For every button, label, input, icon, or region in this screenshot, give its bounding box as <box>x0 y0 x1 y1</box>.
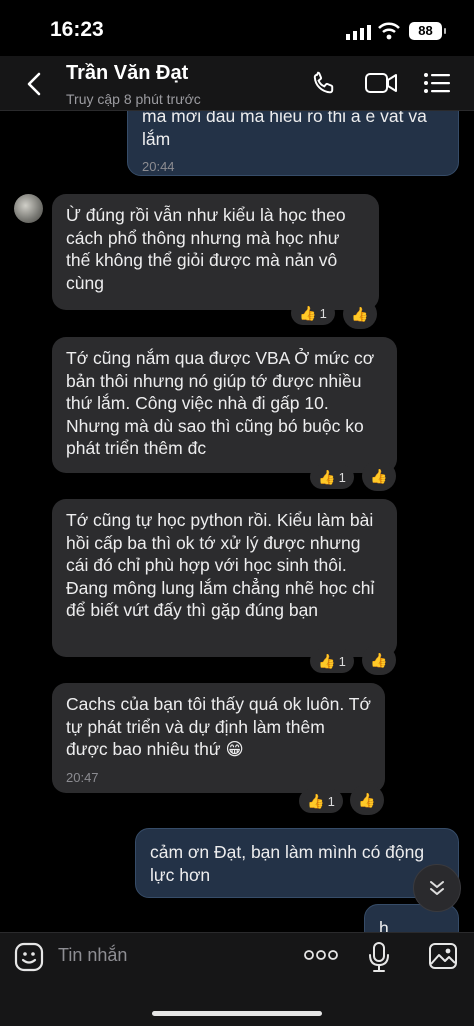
message-bubble-outgoing[interactable]: cảm ơn Đạt, bạn làm mình có động lực hơn <box>135 828 459 898</box>
message-time: 20:47 <box>66 769 99 785</box>
avatar[interactable] <box>14 194 43 223</box>
message-text: Tớ cũng tự học python rồi. Kiểu làm bài … <box>66 510 375 620</box>
message-text: Cachs của bạn tôi thấy quá ok luôn. Tớ t… <box>66 694 371 759</box>
more-icon[interactable] <box>304 949 338 961</box>
quick-react-button[interactable]: 👍 <box>343 299 377 329</box>
message-input[interactable]: Tin nhắn <box>58 945 127 966</box>
emoji-icon[interactable] <box>14 942 44 972</box>
status-bar: 16:23 88 <box>0 0 474 62</box>
thumbs-up-icon: 👍 <box>358 791 376 808</box>
last-seen: Truy cập 8 phút trước <box>66 91 201 107</box>
reaction-badge[interactable]: 👍 1 <box>310 649 354 673</box>
thumbs-up-icon: 👍 <box>370 467 388 484</box>
message-time: 20:44 <box>142 159 175 174</box>
thumbs-up-icon: 👍 <box>351 305 369 322</box>
message-bubble-incoming[interactable]: Tớ cũng nắm qua được VBA Ở mức cơ bản th… <box>52 337 397 473</box>
phone-icon[interactable] <box>311 70 337 96</box>
message-bubble-outgoing[interactable]: ma mơi dau ma hieu ro thi a e vat va lắm… <box>127 110 459 176</box>
message-bubble-incoming[interactable]: Ừ đúng rồi vẫn như kiểu là học theo cách… <box>52 194 379 310</box>
video-icon[interactable] <box>364 70 398 96</box>
image-icon[interactable] <box>428 942 458 970</box>
battery-indicator: 88 <box>409 22 446 40</box>
message-text: ma mơi dau ma hieu ro thi a e vat va lắm <box>142 110 427 149</box>
thumbs-up-icon: 👍 <box>299 304 317 321</box>
contact-name[interactable]: Trần Văn Đạt <box>66 62 188 85</box>
message-bubble-incoming[interactable]: Tớ cũng tự học python rồi. Kiểu làm bài … <box>52 499 397 657</box>
message-text: h <box>379 918 389 932</box>
quick-react-button[interactable]: 👍 <box>362 645 396 675</box>
reaction-count: 1 <box>338 469 346 485</box>
chat-header: Trần Văn Đạt Truy cập 8 phút trước <box>0 56 474 111</box>
status-time: 16:23 <box>50 18 104 41</box>
thumbs-up-icon: 👍 <box>318 468 336 485</box>
scroll-down-button[interactable] <box>413 864 461 912</box>
reaction-count: 1 <box>338 653 346 669</box>
menu-icon[interactable] <box>423 70 451 96</box>
message-text: cảm ơn Đạt, bạn làm mình có động lực hơn <box>150 842 425 885</box>
mic-icon[interactable] <box>368 941 390 973</box>
message-list[interactable]: ma mơi dau ma hieu ro thi a e vat va lắm… <box>0 110 474 932</box>
wifi-icon <box>378 22 400 40</box>
thumbs-up-icon: 👍 <box>318 652 336 669</box>
reaction-count: 1 <box>327 793 335 809</box>
quick-react-button[interactable]: 👍 <box>350 785 384 815</box>
home-indicator <box>152 1011 322 1016</box>
message-bubble-incoming[interactable]: Cachs của bạn tôi thấy quá ok luôn. Tớ t… <box>52 683 385 793</box>
back-icon[interactable] <box>24 72 46 96</box>
reaction-count: 1 <box>319 305 327 321</box>
scroll-down-icon <box>430 881 444 895</box>
thumbs-up-icon: 👍 <box>370 651 388 668</box>
quick-react-button[interactable]: 👍 <box>362 461 396 491</box>
message-text: Tớ cũng nắm qua được VBA Ở mức cơ bản th… <box>66 348 375 458</box>
thumbs-up-icon: 👍 <box>307 792 325 809</box>
message-text: Ừ đúng rồi vẫn như kiểu là học theo cách… <box>66 205 346 293</box>
reaction-badge[interactable]: 👍 1 <box>299 789 343 813</box>
reaction-badge[interactable]: 👍 1 <box>310 465 354 489</box>
reaction-badge[interactable]: 👍 1 <box>291 301 335 325</box>
signal-icon <box>346 25 371 40</box>
